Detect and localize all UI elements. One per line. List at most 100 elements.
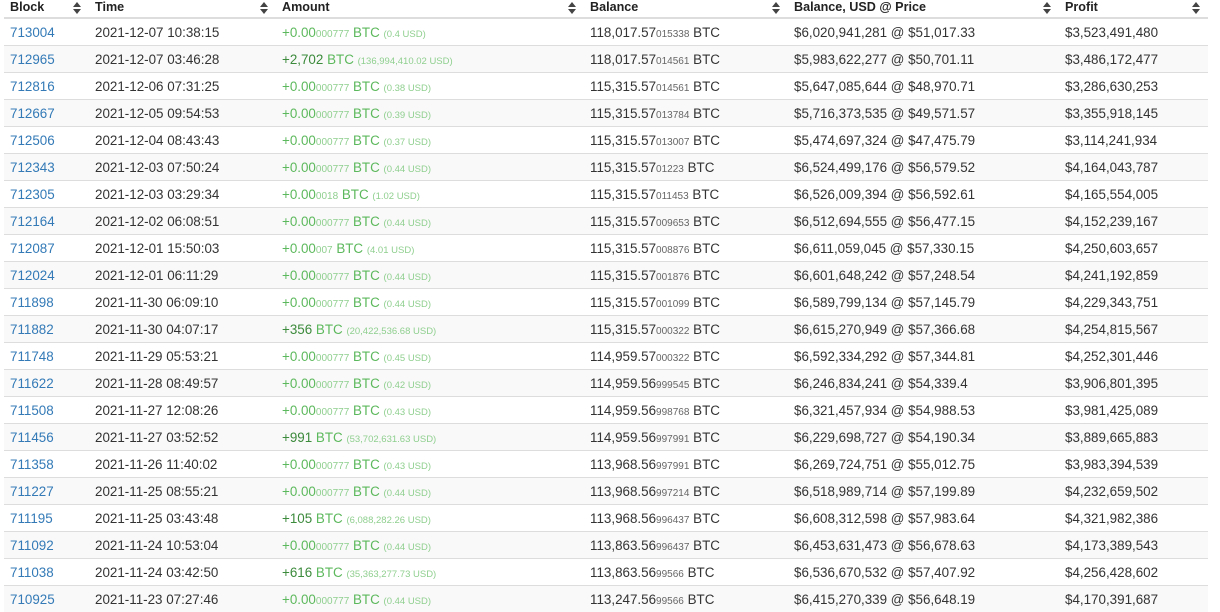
table-row: 7118822021-11-30 04:07:17+356 BTC (20,42… xyxy=(4,316,1208,343)
block-cell: 712164 xyxy=(4,208,89,235)
balance-main: 115,315.57 xyxy=(590,160,656,175)
column-header-block[interactable]: Block xyxy=(4,0,89,18)
column-header-amount[interactable]: Amount xyxy=(276,0,584,18)
balance-fraction: 001099 xyxy=(656,299,689,310)
time-cell: 2021-11-23 07:27:46 xyxy=(89,586,276,612)
profit-cell: $3,355,918,145 xyxy=(1059,100,1208,127)
sort-icon[interactable] xyxy=(260,2,268,15)
block-link[interactable]: 711622 xyxy=(10,376,54,391)
block-link[interactable]: 712305 xyxy=(10,187,55,202)
amount-unit: BTC xyxy=(353,133,380,148)
amount-cell: +991 BTC (53,702,631.63 USD) xyxy=(276,424,584,451)
amount-cell: +0.00000777 BTC (0.4 USD) xyxy=(276,18,584,46)
block-link[interactable]: 711898 xyxy=(10,295,54,310)
balance-unit: BTC xyxy=(688,160,715,175)
sort-icon[interactable] xyxy=(772,2,780,15)
sort-icon[interactable] xyxy=(1043,2,1051,15)
block-link[interactable]: 711358 xyxy=(10,457,54,472)
amount-usd: (0.39 USD) xyxy=(384,110,432,121)
amount-main: +0.00 xyxy=(282,133,316,148)
block-link[interactable]: 712965 xyxy=(10,52,55,67)
block-link[interactable]: 711227 xyxy=(10,484,54,499)
block-cell: 712506 xyxy=(4,127,89,154)
block-link[interactable]: 710925 xyxy=(10,592,55,607)
balance-cell: 114,959.56999545 BTC xyxy=(584,370,788,397)
balance-main: 113,968.56 xyxy=(590,511,656,526)
time-cell: 2021-11-25 03:43:48 xyxy=(89,505,276,532)
balance-main: 113,968.56 xyxy=(590,484,656,499)
transactions-table: Block Time Amount Balance Balance, USD @… xyxy=(4,0,1208,612)
balance-usd-cell: $6,512,694,555 @ $56,477.15 xyxy=(788,208,1059,235)
balance-unit: BTC xyxy=(693,484,720,499)
balance-unit: BTC xyxy=(693,79,720,94)
balance-unit: BTC xyxy=(693,295,720,310)
sort-icon[interactable] xyxy=(73,2,81,15)
block-link[interactable]: 711195 xyxy=(10,511,53,526)
block-link[interactable]: 712343 xyxy=(10,160,55,175)
block-cell: 711882 xyxy=(4,316,89,343)
amount-cell: +0.00000777 BTC (0.44 USD) xyxy=(276,532,584,559)
amount-usd: (6,088,282.26 USD) xyxy=(346,515,431,526)
balance-fraction: 998768 xyxy=(656,407,689,418)
column-header-profit[interactable]: Profit xyxy=(1059,0,1208,18)
amount-unit: BTC xyxy=(353,376,380,391)
block-cell: 712343 xyxy=(4,154,89,181)
profit-cell: $3,981,425,089 xyxy=(1059,397,1208,424)
amount-cell: +616 BTC (35,363,277.73 USD) xyxy=(276,559,584,586)
balance-cell: 115,315.57013784 BTC xyxy=(584,100,788,127)
amount-main: +0.00 xyxy=(282,592,316,607)
block-link[interactable]: 711748 xyxy=(10,349,54,364)
balance-cell: 115,315.57008876 BTC xyxy=(584,235,788,262)
block-link[interactable]: 711456 xyxy=(10,430,54,445)
block-link[interactable]: 711038 xyxy=(10,565,54,580)
amount-cell: +356 BTC (20,422,536.68 USD) xyxy=(276,316,584,343)
amount-fraction: 000777 xyxy=(316,380,349,391)
balance-main: 118,017.57 xyxy=(590,25,656,40)
block-link[interactable]: 712667 xyxy=(10,106,55,121)
block-link[interactable]: 712816 xyxy=(10,79,55,94)
balance-cell: 115,315.57014561 BTC xyxy=(584,73,788,100)
block-link[interactable]: 711508 xyxy=(10,403,54,418)
block-link[interactable]: 713004 xyxy=(10,25,55,40)
balance-cell: 118,017.57014561 BTC xyxy=(584,46,788,73)
time-cell: 2021-11-27 12:08:26 xyxy=(89,397,276,424)
balance-unit: BTC xyxy=(693,538,720,553)
column-header-balance[interactable]: Balance xyxy=(584,0,788,18)
amount-unit: BTC xyxy=(353,457,380,472)
amount-unit: BTC xyxy=(353,403,380,418)
table-row: 7112272021-11-25 08:55:21+0.00000777 BTC… xyxy=(4,478,1208,505)
block-cell: 712816 xyxy=(4,73,89,100)
block-cell: 712667 xyxy=(4,100,89,127)
table-row: 7128162021-12-06 07:31:25+0.00000777 BTC… xyxy=(4,73,1208,100)
block-link[interactable]: 711882 xyxy=(10,322,54,337)
profit-cell: $4,252,301,446 xyxy=(1059,343,1208,370)
amount-unit: BTC xyxy=(353,25,380,40)
block-link[interactable]: 711092 xyxy=(10,538,54,553)
amount-cell: +0.00000777 BTC (0.44 USD) xyxy=(276,586,584,612)
sort-icon[interactable] xyxy=(1192,2,1200,15)
block-link[interactable]: 712164 xyxy=(10,214,55,229)
balance-usd-cell: $6,592,334,292 @ $57,344.81 xyxy=(788,343,1059,370)
time-cell: 2021-12-03 07:50:24 xyxy=(89,154,276,181)
table-row: 7114562021-11-27 03:52:52+991 BTC (53,70… xyxy=(4,424,1208,451)
column-header-label: Profit xyxy=(1065,0,1098,14)
column-header-time[interactable]: Time xyxy=(89,0,276,18)
balance-fraction: 008876 xyxy=(656,245,689,256)
balance-main: 114,959.56 xyxy=(590,403,656,418)
balance-fraction: 013007 xyxy=(656,137,689,148)
balance-unit: BTC xyxy=(693,322,720,337)
balance-fraction: 997991 xyxy=(656,434,689,445)
profit-cell: $3,889,665,883 xyxy=(1059,424,1208,451)
sort-icon[interactable] xyxy=(568,2,576,15)
block-link[interactable]: 712024 xyxy=(10,268,55,283)
amount-fraction: 000777 xyxy=(316,29,349,40)
table-row: 7123052021-12-03 03:29:34+0.000018 BTC (… xyxy=(4,181,1208,208)
profit-cell: $3,114,241,934 xyxy=(1059,127,1208,154)
amount-cell: +0.00000777 BTC (0.38 USD) xyxy=(276,73,584,100)
table-row: 7117482021-11-29 05:53:21+0.00000777 BTC… xyxy=(4,343,1208,370)
block-link[interactable]: 712087 xyxy=(10,241,55,256)
amount-usd: (35,363,277.73 USD) xyxy=(346,569,436,580)
column-header-balance-usd[interactable]: Balance, USD @ Price xyxy=(788,0,1059,18)
balance-fraction: 996437 xyxy=(656,515,689,526)
block-link[interactable]: 712506 xyxy=(10,133,55,148)
